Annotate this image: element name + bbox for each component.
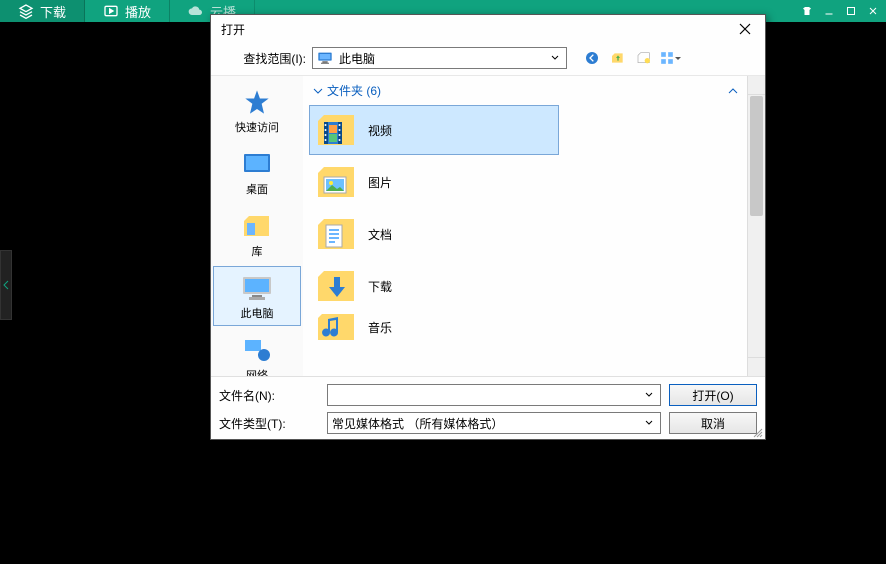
filename-combo[interactable] bbox=[327, 384, 661, 406]
view-mode-button[interactable] bbox=[659, 48, 681, 68]
filetype-value: 常见媒体格式 （所有媒体格式） bbox=[332, 415, 642, 432]
cloud-icon bbox=[188, 3, 204, 19]
folder-item-downloads[interactable]: 下载 bbox=[309, 261, 559, 311]
chevron-down-icon bbox=[642, 420, 656, 426]
look-in-row: 查找范围(I): 此电脑 bbox=[211, 43, 765, 75]
dialog-close-button[interactable] bbox=[733, 19, 757, 39]
place-label: 快速访问 bbox=[235, 119, 279, 135]
chevron-down-icon bbox=[642, 392, 656, 398]
open-button[interactable]: 打开(O) bbox=[669, 384, 757, 406]
folder-name: 文档 bbox=[368, 226, 392, 243]
filetype-combo[interactable]: 常见媒体格式 （所有媒体格式） bbox=[327, 412, 661, 434]
folder-list: 文件夹 (6) 视频 图片 bbox=[303, 76, 747, 376]
place-label: 此电脑 bbox=[241, 305, 274, 321]
folder-name: 下载 bbox=[368, 278, 392, 295]
filename-label: 文件名(N): bbox=[219, 387, 319, 404]
folder-picture-icon bbox=[316, 162, 358, 202]
resize-grip[interactable] bbox=[751, 425, 763, 437]
look-in-label: 查找范围(I): bbox=[221, 50, 306, 67]
dialog-title: 打开 bbox=[221, 21, 733, 38]
places-bar: 快速访问 桌面 库 此电脑 网络 bbox=[211, 76, 303, 376]
folder-name: 音乐 bbox=[368, 319, 392, 336]
look-in-combo[interactable]: 此电脑 bbox=[312, 47, 567, 69]
download-icon bbox=[18, 3, 34, 19]
group-header-label: 文件夹 (6) bbox=[327, 82, 381, 99]
folder-name: 视频 bbox=[368, 122, 392, 139]
place-label: 库 bbox=[252, 243, 263, 259]
folder-name: 图片 bbox=[368, 174, 392, 191]
tab-label: 下载 bbox=[40, 2, 66, 21]
place-this-pc[interactable]: 此电脑 bbox=[213, 266, 301, 326]
place-network[interactable]: 网络 bbox=[213, 328, 301, 376]
place-desktop[interactable]: 桌面 bbox=[213, 142, 301, 202]
window-controls bbox=[798, 3, 882, 19]
folder-video-icon bbox=[316, 110, 358, 150]
group-header-folders[interactable]: 文件夹 (6) bbox=[309, 80, 745, 103]
place-libraries[interactable]: 库 bbox=[213, 204, 301, 264]
up-one-level-button[interactable] bbox=[607, 48, 629, 68]
chevron-up-icon bbox=[727, 85, 739, 97]
monitor-icon bbox=[317, 51, 333, 65]
app-close-button[interactable] bbox=[864, 3, 882, 19]
chevron-down-icon bbox=[548, 55, 562, 61]
play-circle-icon bbox=[103, 3, 119, 19]
folder-item-pictures[interactable]: 图片 bbox=[309, 157, 559, 207]
folder-item-music[interactable]: 音乐 bbox=[309, 313, 559, 341]
open-file-dialog: 打开 查找范围(I): 此电脑 快速访问 桌面 bbox=[210, 14, 766, 440]
maximize-button[interactable] bbox=[842, 3, 860, 19]
tab-download[interactable]: 下载 bbox=[0, 0, 85, 22]
place-label: 桌面 bbox=[246, 181, 268, 197]
folder-download-icon bbox=[316, 266, 358, 306]
tab-label: 播放 bbox=[125, 2, 151, 21]
place-label: 网络 bbox=[246, 367, 268, 376]
look-in-value: 此电脑 bbox=[339, 50, 542, 67]
skin-button[interactable] bbox=[798, 3, 816, 19]
new-folder-button[interactable] bbox=[633, 48, 655, 68]
dialog-bottom-panel: 文件名(N): 打开(O) 文件类型(T): 常见媒体格式 （所有媒体格式） 取… bbox=[211, 376, 765, 439]
scrollbar-vertical[interactable] bbox=[747, 76, 765, 376]
side-expand-handle[interactable] bbox=[0, 250, 12, 320]
minimize-button[interactable] bbox=[820, 3, 838, 19]
cancel-button[interactable]: 取消 bbox=[669, 412, 757, 434]
filetype-label: 文件类型(T): bbox=[219, 415, 319, 432]
folder-music-icon bbox=[316, 313, 358, 341]
back-button[interactable] bbox=[581, 48, 603, 68]
folder-document-icon bbox=[316, 214, 358, 254]
folder-item-videos[interactable]: 视频 bbox=[309, 105, 559, 155]
dialog-titlebar: 打开 bbox=[211, 15, 765, 43]
place-quick-access[interactable]: 快速访问 bbox=[213, 80, 301, 140]
folder-item-documents[interactable]: 文档 bbox=[309, 209, 559, 259]
tab-play[interactable]: 播放 bbox=[85, 0, 170, 22]
chevron-down-icon bbox=[313, 86, 323, 96]
